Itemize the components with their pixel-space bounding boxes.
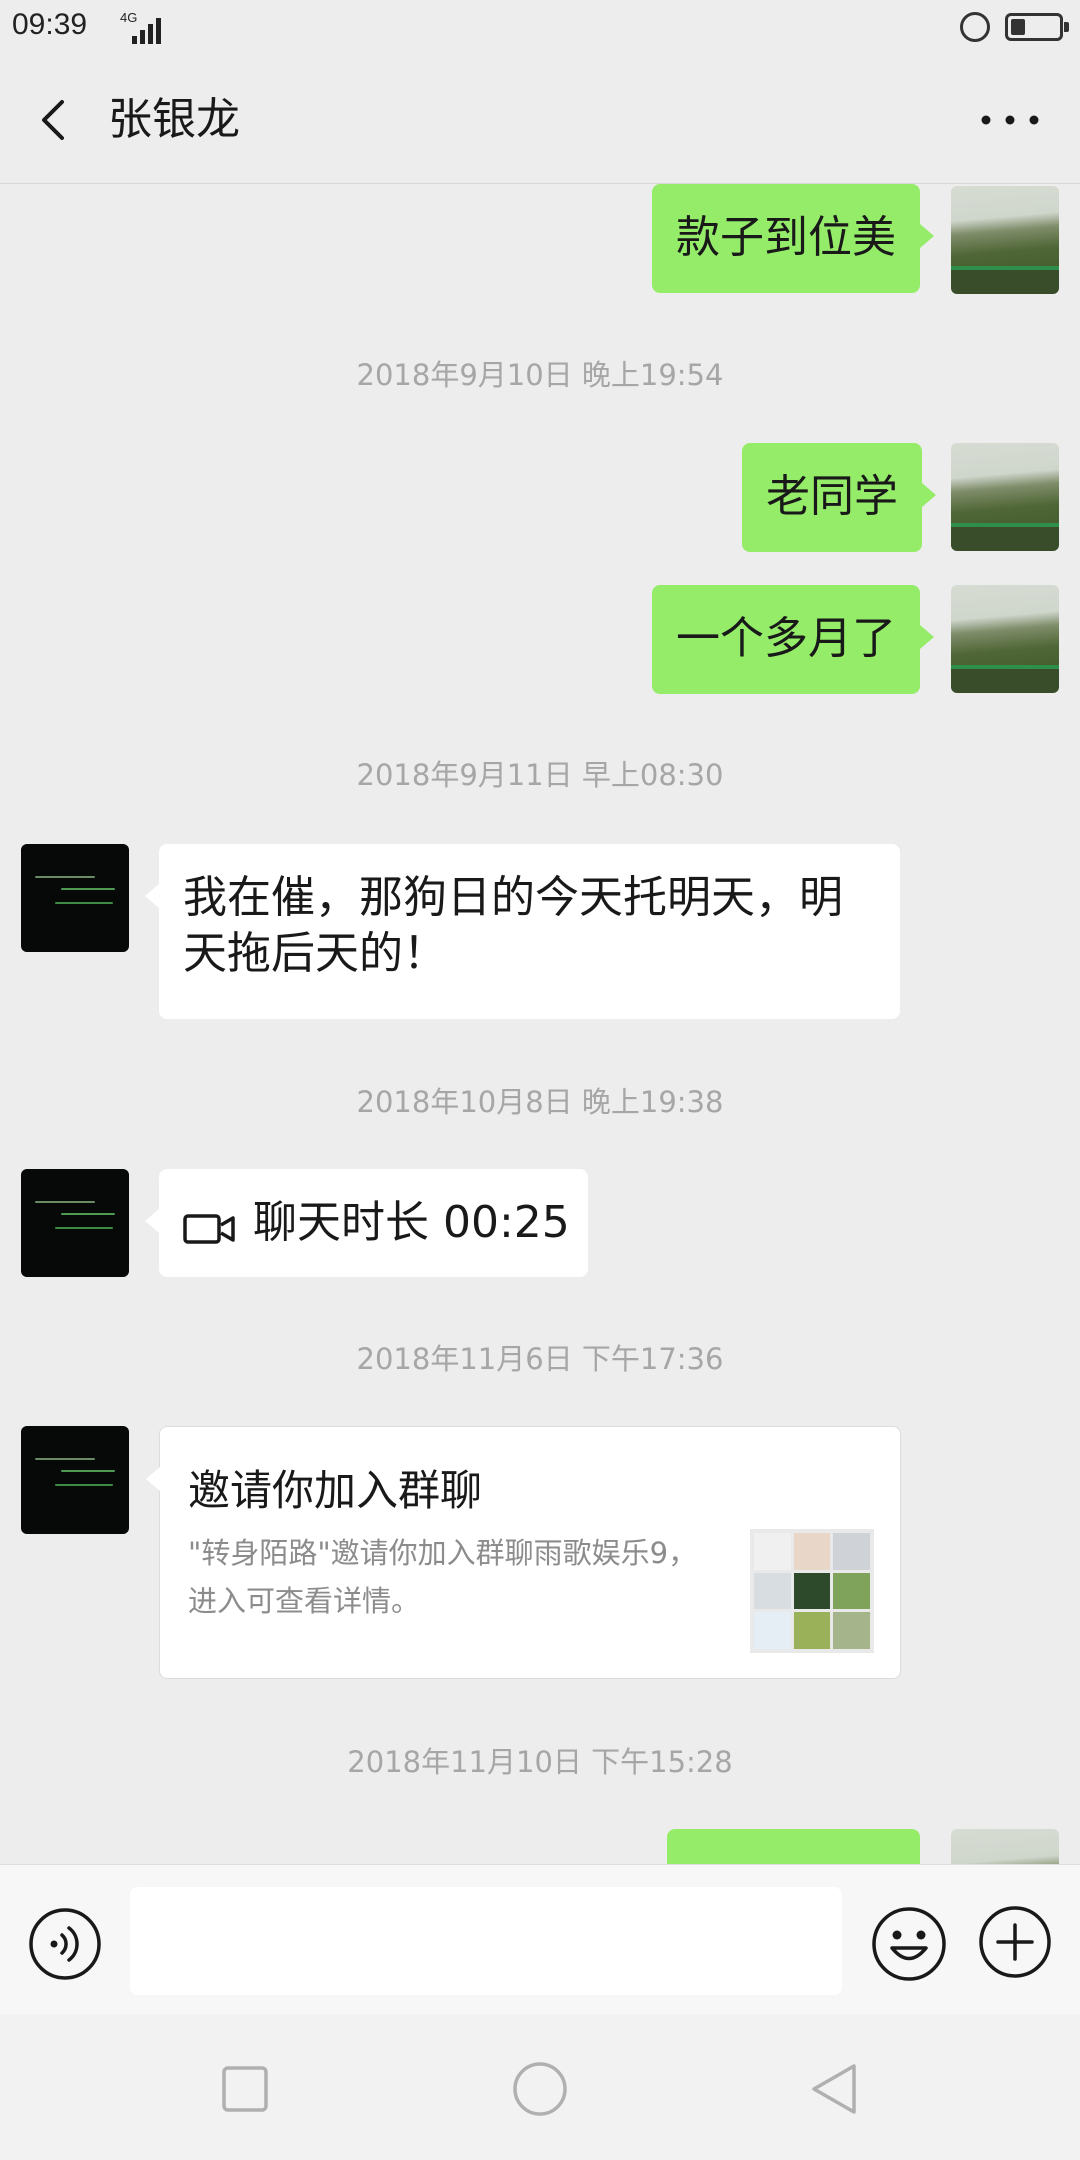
status-bar: 09:39 4G — [0, 0, 1080, 58]
home-icon[interactable] — [505, 2054, 575, 2124]
recent-apps-icon[interactable] — [210, 2054, 280, 2124]
timestamp: 2018年11月6日 下午17:36 — [356, 1342, 724, 1376]
input-bar — [0, 1864, 1080, 2014]
message-bubble-outgoing-partial[interactable] — [667, 1829, 920, 1864]
status-time: 09:39 — [12, 8, 88, 41]
message-list[interactable]: 款子到位美 2018年9月10日 晚上19:54 老同学 一个多月了 2018年… — [0, 184, 1080, 1864]
cellular-signal-icon: 4G — [118, 10, 162, 44]
system-back-icon[interactable] — [800, 2054, 870, 2124]
timestamp: 2018年10月8日 晚上19:38 — [356, 1085, 724, 1119]
card-title: 邀请你加入群聊 — [188, 1466, 483, 1515]
video-call-icon — [183, 1204, 235, 1244]
group-avatar-thumbnail — [750, 1529, 874, 1653]
message-bubble-outgoing[interactable]: 老同学 — [742, 443, 936, 552]
my-avatar[interactable] — [951, 1829, 1059, 1864]
video-call-record[interactable]: 聊天时长 00:25 — [145, 1169, 588, 1277]
contact-avatar[interactable] — [21, 1169, 129, 1277]
message-bubble-outgoing[interactable]: 一个多月了 — [652, 585, 934, 694]
voice-icon[interactable] — [28, 1907, 102, 1981]
timestamp: 2018年9月11日 早上08:30 — [356, 758, 724, 792]
emoji-icon[interactable] — [870, 1905, 948, 1983]
message-bubble-outgoing[interactable]: 款子到位美 — [652, 184, 934, 293]
more-icon[interactable] — [970, 98, 1050, 142]
battery-icon — [1005, 13, 1069, 41]
chat-header: 张银龙 — [0, 58, 1080, 184]
system-navigation-bar — [0, 2014, 1080, 2160]
chat-title: 张银龙 — [108, 94, 240, 145]
message-bubble-incoming[interactable]: 我在催，那狗日的今天托明天，明天拖后天的！ — [145, 844, 900, 1019]
my-avatar[interactable] — [951, 585, 1059, 693]
group-invite-card[interactable]: 邀请你加入群聊 "转身陌路"邀请你加入群聊雨歌娱乐9，进入可查看详情。 — [146, 1426, 901, 1679]
my-avatar[interactable] — [951, 186, 1059, 294]
message-input[interactable] — [130, 1887, 842, 1995]
my-avatar[interactable] — [951, 443, 1059, 551]
call-duration: 聊天时长 00:25 — [253, 1197, 570, 1248]
rotation-lock-icon — [960, 12, 990, 42]
contact-avatar[interactable] — [21, 844, 129, 952]
plus-icon[interactable] — [978, 1905, 1052, 1979]
timestamp: 2018年9月10日 晚上19:54 — [356, 358, 724, 392]
card-description: "转身陌路"邀请你加入群聊雨歌娱乐9，进入可查看详情。 — [188, 1536, 698, 1618]
back-arrow-icon[interactable] — [28, 88, 88, 152]
contact-avatar[interactable] — [21, 1426, 129, 1534]
timestamp: 2018年11月10日 下午15:28 — [347, 1745, 733, 1779]
